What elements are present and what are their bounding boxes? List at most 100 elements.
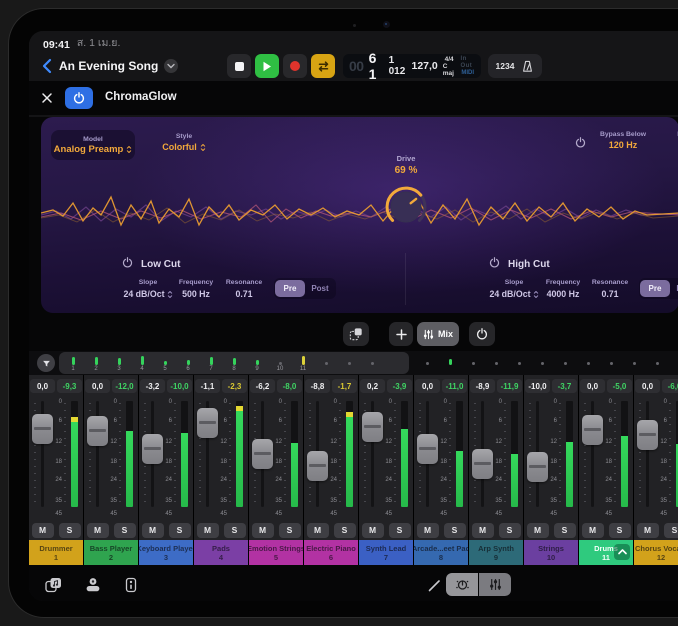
track-label[interactable]: Strings10 xyxy=(524,540,578,565)
low-cut-slope[interactable]: Slope 24 dB/Oct xyxy=(119,279,177,299)
plugin-power-button[interactable] xyxy=(65,87,93,109)
solo-button[interactable]: S xyxy=(554,523,576,538)
mute-button[interactable]: M xyxy=(637,523,659,538)
low-cut-resonance[interactable]: Resonance 0.71 xyxy=(221,279,267,299)
solo-button[interactable]: S xyxy=(389,523,411,538)
fader-handle[interactable] xyxy=(362,412,383,442)
fader-handle[interactable] xyxy=(142,434,163,464)
low-cut-frequency[interactable]: Frequency 500 Hz xyxy=(173,279,219,299)
solo-button[interactable]: S xyxy=(609,523,631,538)
metronome-icon[interactable] xyxy=(521,60,534,73)
mute-button[interactable]: M xyxy=(197,523,219,538)
io-device-button[interactable] xyxy=(119,574,143,596)
track-label[interactable]: Emotion Strings5 xyxy=(249,540,303,565)
model-selector[interactable]: Model Analog Preamp xyxy=(51,130,135,160)
knob-view-button[interactable] xyxy=(446,573,478,596)
mute-button[interactable]: M xyxy=(142,523,164,538)
post-button[interactable]: Post xyxy=(670,280,678,297)
track-label[interactable]: Arcade...eet Pad8 xyxy=(414,540,468,565)
volume-value[interactable]: 0,0 xyxy=(30,379,55,393)
volume-value[interactable]: -3,2 xyxy=(140,379,165,393)
drive-section-power-button[interactable] xyxy=(575,135,586,153)
faders-view-button[interactable] xyxy=(479,573,511,596)
style-selector[interactable]: Style Colorful xyxy=(149,130,219,152)
plugins-button[interactable] xyxy=(81,574,105,596)
fader-handle[interactable] xyxy=(582,415,603,445)
mute-button[interactable]: M xyxy=(472,523,494,538)
volume-value[interactable]: 0,0 xyxy=(415,379,440,393)
track-label[interactable]: Arp Synth9 xyxy=(469,540,523,565)
fader-handle[interactable] xyxy=(32,414,53,444)
track-label[interactable]: Bass Player2 xyxy=(84,540,138,565)
mute-button[interactable]: M xyxy=(87,523,109,538)
fader-handle[interactable] xyxy=(472,449,493,479)
mute-button[interactable]: M xyxy=(362,523,384,538)
add-track-button[interactable] xyxy=(389,322,413,346)
mute-button[interactable]: M xyxy=(527,523,549,538)
volume-value[interactable]: 0,0 xyxy=(635,379,660,393)
filter-button[interactable] xyxy=(37,354,55,372)
stop-button[interactable] xyxy=(227,54,251,78)
mute-button[interactable]: M xyxy=(417,523,439,538)
fader-handle[interactable] xyxy=(87,416,108,446)
fader-handle[interactable] xyxy=(527,452,548,482)
mixer-power-button[interactable] xyxy=(469,322,495,346)
back-button[interactable] xyxy=(37,55,57,77)
fader-handle[interactable] xyxy=(637,420,658,450)
level-control[interactable]: Level 0.0 xyxy=(661,131,678,150)
track-label[interactable]: Keyboard Player3 xyxy=(139,540,193,565)
high-cut-slope[interactable]: Slope 24 dB/Oct xyxy=(485,279,543,299)
solo-button[interactable]: S xyxy=(499,523,521,538)
fader-handle[interactable] xyxy=(197,408,218,438)
track-label[interactable]: Chorus Vocals12 xyxy=(634,540,678,565)
bypass-below-control[interactable]: Bypass Below 120 Hz xyxy=(591,131,655,150)
volume-value[interactable]: -10,0 xyxy=(525,379,550,393)
post-button[interactable]: Post xyxy=(305,280,335,297)
fader-handle[interactable] xyxy=(417,434,438,464)
pre-button[interactable]: Pre xyxy=(275,280,305,297)
solo-button[interactable]: S xyxy=(664,523,678,538)
solo-button[interactable]: S xyxy=(114,523,136,538)
mute-button[interactable]: M xyxy=(582,523,604,538)
track-label[interactable]: Synth Lead7 xyxy=(359,540,413,565)
volume-value[interactable]: 0,2 xyxy=(360,379,385,393)
solo-button[interactable]: S xyxy=(169,523,191,538)
fader-handle[interactable] xyxy=(307,451,328,481)
volume-value[interactable]: -8,9 xyxy=(470,379,495,393)
media-browser-button[interactable] xyxy=(41,574,65,596)
volume-value[interactable]: 0,0 xyxy=(85,379,110,393)
mute-button[interactable]: M xyxy=(32,523,54,538)
high-cut-frequency[interactable]: Frequency 4000 Hz xyxy=(539,279,587,299)
mute-button[interactable]: M xyxy=(307,523,329,538)
count-in-button[interactable]: 1234 xyxy=(496,61,515,71)
mute-button[interactable]: M xyxy=(252,523,274,538)
volume-value[interactable]: -1,1 xyxy=(195,379,220,393)
song-title-button[interactable]: An Evening Song xyxy=(59,55,178,77)
count-in-metronome-group[interactable]: 1234 xyxy=(488,54,542,78)
volume-value[interactable]: -8,8 xyxy=(305,379,330,393)
volume-value[interactable]: -6,2 xyxy=(250,379,275,393)
volume-value[interactable]: 0,0 xyxy=(580,379,605,393)
solo-button[interactable]: S xyxy=(444,523,466,538)
paste-button[interactable] xyxy=(343,322,369,346)
track-label[interactable]: Pads4 xyxy=(194,540,248,565)
high-cut-resonance[interactable]: Resonance 0.71 xyxy=(587,279,633,299)
drive-knob[interactable] xyxy=(382,183,430,231)
high-cut-power-button[interactable] xyxy=(489,257,500,271)
cycle-button[interactable] xyxy=(311,54,335,78)
solo-button[interactable]: S xyxy=(334,523,356,538)
lcd-display[interactable]: 00 6 1 1 012 127,0 4/4 C maj In Out MIDI xyxy=(343,54,481,78)
fader-handle[interactable] xyxy=(252,439,273,469)
chevron-up-icon[interactable] xyxy=(614,544,630,560)
pre-button[interactable]: Pre xyxy=(640,280,670,297)
track-label[interactable]: Electric Piano6 xyxy=(304,540,358,565)
track-label[interactable]: Drummer1 xyxy=(29,540,83,565)
low-cut-power-button[interactable] xyxy=(122,257,133,271)
close-plugin-button[interactable] xyxy=(41,91,53,109)
solo-button[interactable]: S xyxy=(279,523,301,538)
play-button[interactable] xyxy=(255,54,279,78)
record-button[interactable] xyxy=(283,54,307,78)
solo-button[interactable]: S xyxy=(59,523,81,538)
edit-tool-button[interactable] xyxy=(422,574,446,596)
track-label[interactable]: Drums11 xyxy=(579,540,633,565)
